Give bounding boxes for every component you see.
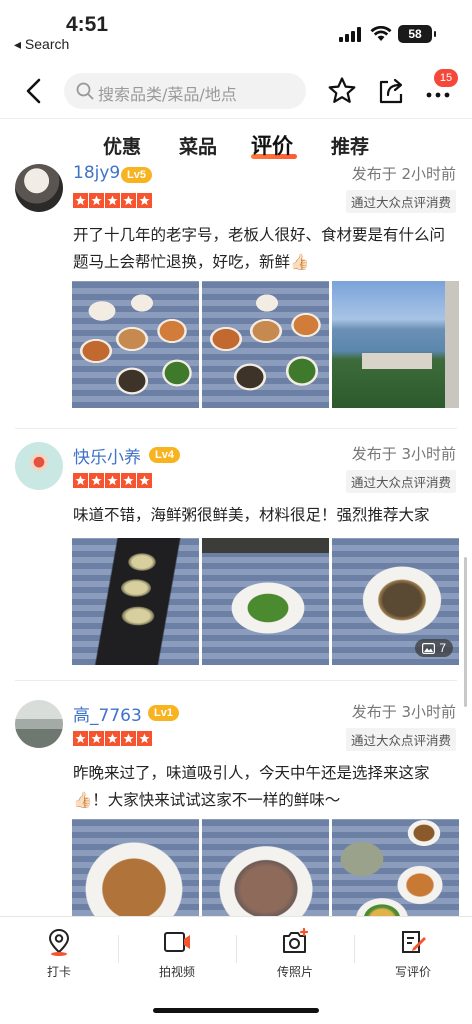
- top-nav-bar: 搜索品类/菜品/地点 15: [0, 68, 472, 116]
- review-text[interactable]: 昨晚来过了，味道吸引人，今天中午还是选择来这家👍🏻！大家快来试试这家不一样的鲜味…: [73, 760, 453, 814]
- star-icon: [105, 731, 120, 746]
- location-pin-icon: [48, 928, 70, 956]
- star-icon: [73, 193, 88, 208]
- back-arrow-icon[interactable]: [20, 76, 50, 106]
- star-icon: [73, 731, 88, 746]
- photo-row: 7: [72, 538, 459, 665]
- username[interactable]: 快乐小养: [73, 443, 141, 468]
- post-time: 发布于 2小时前: [351, 165, 456, 183]
- section-tabs: 优惠 菜品 评价 推荐: [0, 130, 472, 160]
- star-rating: [73, 731, 152, 746]
- signal-icon: [339, 27, 361, 42]
- upload-photo-button[interactable]: 传照片: [236, 927, 354, 980]
- star-rating: [73, 473, 152, 488]
- username[interactable]: 18jy9: [73, 163, 120, 183]
- avatar[interactable]: [15, 164, 63, 212]
- star-icon: [121, 473, 136, 488]
- verified-consumption-tag: 通过大众点评消费: [345, 190, 456, 213]
- search-input[interactable]: 搜索品类/菜品/地点: [64, 73, 306, 109]
- review-card: 高_7763 Lv1 发布于 3小时前 通过大众点评消费 昨晚来过了，味道吸引人…: [0, 698, 472, 916]
- building-shape: [445, 281, 459, 408]
- star-icon: [105, 473, 120, 488]
- level-badge: Lv1: [148, 705, 179, 721]
- review-photo[interactable]: [202, 538, 329, 665]
- verified-consumption-tag: 通过大众点评消费: [345, 470, 456, 493]
- level-badge: Lv5: [121, 167, 152, 183]
- username[interactable]: 高_7763: [73, 701, 142, 726]
- scrollbar[interactable]: [464, 557, 467, 707]
- review-photo[interactable]: [332, 281, 459, 408]
- review-photo[interactable]: [332, 819, 459, 916]
- photo-camera-icon: [283, 927, 309, 953]
- notification-badge: 15: [434, 69, 458, 87]
- checkin-button[interactable]: 打卡: [0, 927, 118, 980]
- star-icon: [89, 473, 104, 488]
- star-icon: [89, 731, 104, 746]
- avatar[interactable]: [15, 700, 63, 748]
- review-photo[interactable]: [72, 281, 199, 408]
- back-to-search-link[interactable]: ◂ Search: [14, 36, 69, 53]
- avatar[interactable]: [15, 442, 63, 490]
- write-review-label: 写评价: [394, 965, 431, 979]
- photo-count: 7: [439, 641, 446, 655]
- star-icon: [89, 193, 104, 208]
- favorite-star-icon[interactable]: [327, 76, 357, 106]
- search-icon: [76, 82, 94, 100]
- star-icon: [73, 473, 88, 488]
- clock: 4:51: [66, 13, 109, 36]
- status-bar: 4:51 ◂ Search 58: [0, 0, 472, 58]
- divider: [15, 428, 457, 429]
- star-rating: [73, 193, 152, 208]
- image-icon: [422, 642, 436, 654]
- record-video-button[interactable]: 拍视频: [118, 927, 236, 980]
- review-photo[interactable]: [72, 819, 199, 916]
- checkin-label: 打卡: [46, 965, 71, 979]
- record-video-label: 拍视频: [158, 965, 195, 979]
- review-photo[interactable]: 7: [332, 538, 459, 665]
- review-card: 快乐小养 Lv4 发布于 3小时前 通过大众点评消费 味道不错，海鲜粥很鲜美，材…: [0, 440, 472, 680]
- upload-photo-label: 传照片: [276, 965, 313, 979]
- review-photo[interactable]: [202, 819, 329, 916]
- review-text[interactable]: 开了十几年的老字号，老板人很好、食材要是有什么问题马上会帮忙退换，好吃，新鲜👍🏻: [73, 222, 453, 276]
- tab-reviews[interactable]: 评价: [251, 130, 293, 160]
- search-placeholder: 搜索品类/菜品/地点: [98, 85, 237, 104]
- post-time: 发布于 3小时前: [351, 703, 456, 721]
- wifi-icon: [370, 26, 392, 41]
- review-photo[interactable]: [202, 281, 329, 408]
- star-icon: [105, 193, 120, 208]
- battery-icon: 58: [398, 25, 436, 43]
- tab-recommend[interactable]: 推荐: [331, 132, 369, 159]
- video-camera-icon: [164, 932, 190, 952]
- divider: [15, 680, 457, 681]
- level-badge: Lv4: [149, 447, 180, 463]
- star-icon: [121, 193, 136, 208]
- photo-row: [72, 281, 459, 408]
- post-time: 发布于 3小时前: [351, 445, 456, 463]
- photo-count-badge[interactable]: 7: [415, 639, 453, 657]
- write-review-icon: [402, 931, 426, 953]
- verified-consumption-tag: 通过大众点评消费: [345, 728, 456, 751]
- star-icon: [121, 731, 136, 746]
- star-icon: [137, 473, 152, 488]
- share-icon[interactable]: [376, 76, 406, 106]
- star-icon: [137, 193, 152, 208]
- divider: [0, 118, 472, 119]
- building-shape: [362, 353, 432, 369]
- photo-row: [72, 819, 459, 916]
- review-text[interactable]: 味道不错，海鲜粥很鲜美，材料很足！强烈推荐大家: [73, 502, 453, 529]
- home-indicator: [153, 1008, 319, 1013]
- review-photo[interactable]: [72, 538, 199, 665]
- star-icon: [137, 731, 152, 746]
- tab-dishes[interactable]: 菜品: [179, 132, 217, 159]
- review-card: 18jy9 Lv5 发布于 2小时前 通过大众点评消费 开了十几年的老字号，老板…: [0, 160, 472, 420]
- write-review-button[interactable]: 写评价: [354, 927, 472, 980]
- tab-offers[interactable]: 优惠: [103, 132, 141, 159]
